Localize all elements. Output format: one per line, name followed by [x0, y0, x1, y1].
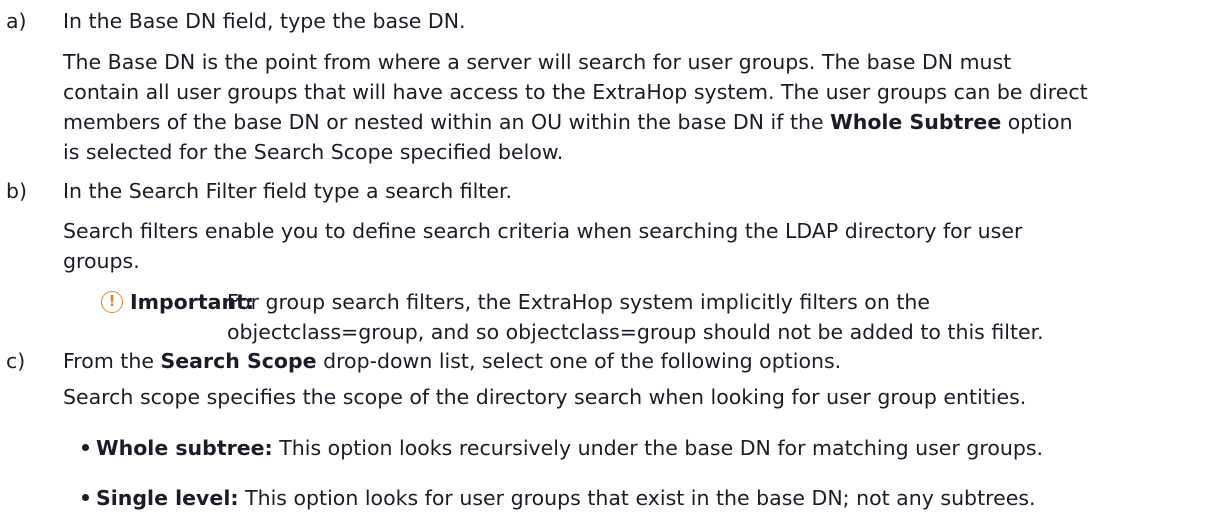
- note-line: For group search filters, the ExtraHop s…: [227, 290, 930, 314]
- step-marker: c): [6, 349, 26, 373]
- explanation-line: groups.: [63, 249, 140, 273]
- note-line: objectclass=group, and so objectclass=gr…: [227, 320, 1044, 344]
- explanation-line: is selected for the Search Scope specifi…: [63, 140, 564, 164]
- bullet-icon: [82, 493, 89, 501]
- step-instruction: In the Base DN field, type the base DN.: [63, 9, 466, 33]
- explanation-line: contain all user groups that will have a…: [63, 80, 1088, 104]
- step-instruction: From the Search Scope drop-down list, se…: [63, 349, 842, 373]
- important-icon: !: [101, 291, 123, 313]
- note-text: For group search filters, the ExtraHop s…: [227, 287, 1044, 347]
- step-b-explanation: Search filters enable you to define sear…: [63, 216, 1213, 276]
- option-text: This option looks recursively under the …: [272, 436, 1044, 460]
- explanation-line: members of the base DN or nested within …: [63, 110, 1073, 134]
- option-list-item: Whole subtree: This option looks recursi…: [82, 433, 1043, 463]
- search-scope-term: Search Scope: [160, 349, 317, 373]
- step-instruction: In the Search Filter field type a search…: [63, 179, 513, 203]
- explanation-line: Search scope specifies the scope of the …: [63, 385, 1027, 409]
- step-marker: b): [6, 179, 28, 203]
- document-page: a) In the Base DN field, type the base D…: [0, 0, 1224, 527]
- explanation-line: Search filters enable you to define sear…: [63, 219, 1023, 243]
- whole-subtree-term: Whole Subtree: [830, 110, 1002, 134]
- explanation-line: The Base DN is the point from where a se…: [63, 50, 1012, 74]
- step-c-explanation: Search scope specifies the scope of the …: [63, 382, 1213, 412]
- bullet-icon: [82, 443, 89, 451]
- option-list-item: Single level: This option looks for user…: [82, 483, 1036, 513]
- option-text: This option looks for user groups that e…: [238, 486, 1036, 510]
- option-label: Single level:: [96, 486, 239, 510]
- step-marker: a): [6, 9, 27, 33]
- step-a-explanation: The Base DN is the point from where a se…: [63, 47, 1213, 167]
- option-label: Whole subtree:: [96, 436, 273, 460]
